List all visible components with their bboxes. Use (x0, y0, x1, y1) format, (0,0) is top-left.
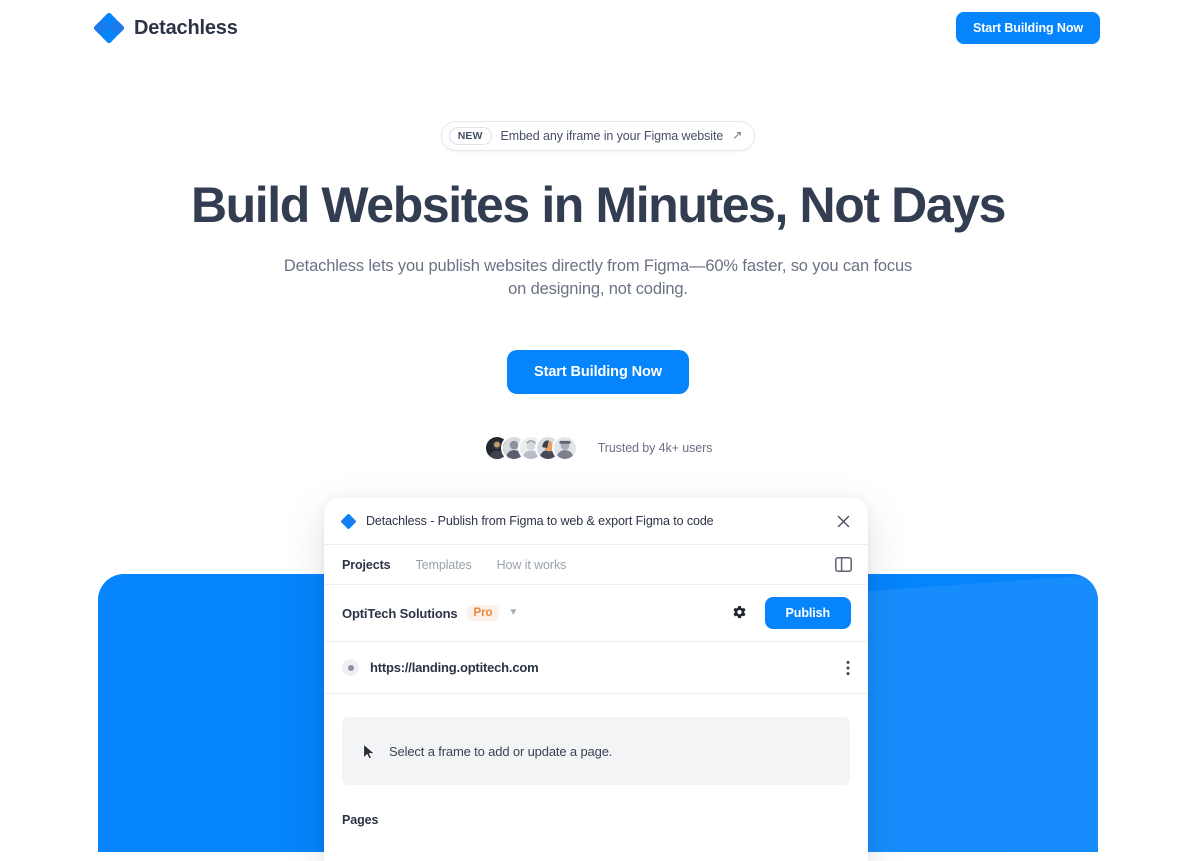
pro-badge: Pro (466, 605, 500, 621)
mockup-tab-bar: Projects Templates How it works (324, 545, 868, 585)
site-url: https://landing.optitech.com (370, 660, 539, 675)
announcement-text: Embed any iframe in your Figma website (500, 129, 724, 143)
project-identity: OptiTech Solutions Pro ▼ (342, 605, 518, 621)
tab-templates[interactable]: Templates (416, 558, 472, 572)
project-actions: Publish (731, 597, 851, 629)
avatar-group (483, 435, 578, 461)
tab-how-it-works[interactable]: How it works (497, 558, 567, 572)
hero-cta-row: Start Building Now (0, 350, 1196, 394)
app-mockup-card: Detachless - Publish from Figma to web &… (324, 498, 868, 861)
mockup-site-row: https://landing.optitech.com (324, 642, 868, 694)
side-panel-icon[interactable] (835, 557, 852, 572)
hero-section: NEW Embed any iframe in your Figma websi… (0, 0, 1196, 461)
brand-name: Detachless (134, 16, 238, 39)
mockup-project-row: OptiTech Solutions Pro ▼ Publish (324, 585, 868, 642)
mockup-body: Select a frame to add or update a page. … (324, 694, 868, 861)
nav-start-building-button[interactable]: Start Building Now (956, 12, 1100, 44)
page-title: Build Websites in Minutes, Not Days (190, 177, 1006, 233)
gear-icon[interactable] (731, 605, 748, 622)
announcement-new-tag: NEW (448, 127, 492, 145)
site-identity: https://landing.optitech.com (342, 659, 539, 676)
brand[interactable]: Detachless (94, 13, 238, 43)
mockup-titlebar-left: Detachless - Publish from Figma to web &… (341, 513, 714, 529)
trusted-by-text: Trusted by 4k+ users (597, 441, 713, 455)
announcement-banner[interactable]: NEW Embed any iframe in your Figma websi… (440, 121, 756, 151)
announcement-row: NEW Embed any iframe in your Figma websi… (0, 121, 1196, 151)
avatar (551, 435, 578, 461)
pages-section-label: Pages (342, 813, 379, 827)
hero-subtitle: Detachless lets you publish websites dir… (283, 257, 913, 298)
status-dot-icon (342, 659, 359, 676)
cursor-arrow-icon (363, 743, 375, 759)
mockup-tabs: Projects Templates How it works (342, 558, 566, 572)
tab-projects[interactable]: Projects (342, 558, 391, 572)
close-glyph (837, 515, 849, 527)
hero-start-building-button[interactable]: Start Building Now (507, 350, 689, 394)
detachless-diamond-logo-icon (341, 513, 356, 529)
kebab-menu-icon[interactable] (846, 660, 850, 676)
frame-hint-text: Select a frame to add or update a page. (389, 743, 613, 759)
arrow-up-right-icon: ↗ (732, 128, 743, 142)
detachless-diamond-logo-icon (94, 13, 124, 43)
close-icon[interactable] (834, 512, 852, 530)
publish-button[interactable]: Publish (764, 597, 851, 629)
top-navbar: Detachless Start Building Now (0, 0, 1196, 56)
mockup-titlebar: Detachless - Publish from Figma to web &… (324, 498, 868, 545)
frame-hint-panel: Select a frame to add or update a page. (342, 717, 850, 785)
social-proof: Trusted by 4k+ users (0, 435, 1196, 461)
project-name: OptiTech Solutions (342, 605, 458, 621)
chevron-down-icon[interactable]: ▼ (508, 608, 518, 618)
mockup-window-title: Detachless - Publish from Figma to web &… (366, 514, 714, 528)
